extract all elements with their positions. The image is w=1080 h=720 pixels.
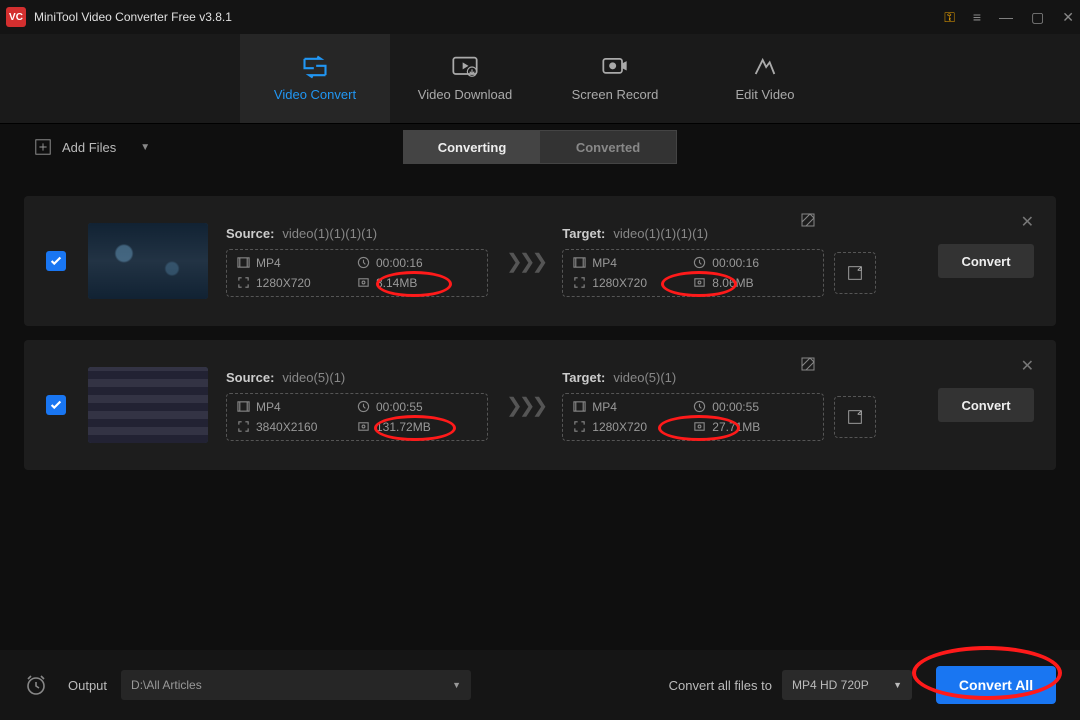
upgrade-key-icon[interactable]: ⚿ bbox=[944, 9, 955, 26]
task-row: Source:video(5)(1) MP4 00:00:55 3840X216… bbox=[24, 340, 1056, 470]
arrow-icon: ❯❯❯ bbox=[506, 249, 544, 274]
edit-icon bbox=[751, 55, 779, 79]
target-specbox: MP4 00:00:16 1280X720 8.06MB bbox=[562, 249, 824, 297]
add-files-label: Add Files bbox=[62, 140, 116, 155]
subtab-converting[interactable]: Converting bbox=[404, 131, 540, 163]
duration-icon bbox=[357, 256, 370, 269]
format-icon bbox=[573, 400, 586, 413]
output-path-select[interactable]: D:\All Articles ▼ bbox=[121, 670, 471, 700]
resolution-icon bbox=[237, 276, 250, 289]
filesize-icon bbox=[693, 276, 706, 289]
source-label: Source:video(1)(1)(1)(1) bbox=[226, 226, 488, 241]
duration-icon bbox=[357, 400, 370, 413]
tab-label: Video Download bbox=[418, 87, 512, 102]
add-files-button[interactable]: Add Files ▼ bbox=[34, 138, 150, 156]
tab-label: Video Convert bbox=[274, 87, 356, 102]
row-checkbox[interactable] bbox=[46, 251, 66, 271]
tab-video-download[interactable]: Video Download bbox=[390, 34, 540, 123]
menu-icon[interactable]: ≡ bbox=[973, 9, 981, 25]
remove-task-icon[interactable]: ✕ bbox=[1021, 212, 1034, 232]
filesize-icon bbox=[693, 420, 706, 433]
target-label: Target:video(1)(1)(1)(1) bbox=[562, 226, 824, 241]
resolution-icon bbox=[573, 420, 586, 433]
duration-icon bbox=[693, 400, 706, 413]
format-icon bbox=[237, 400, 250, 413]
edit-task-icon[interactable] bbox=[800, 356, 816, 377]
filesize-icon bbox=[357, 420, 370, 433]
row-checkbox[interactable] bbox=[46, 395, 66, 415]
record-icon bbox=[601, 55, 629, 79]
tab-screen-record[interactable]: Screen Record bbox=[540, 34, 690, 123]
chevron-down-icon: ▼ bbox=[140, 142, 150, 153]
task-list: Source:video(1)(1)(1)(1) MP4 00:00:16 12… bbox=[0, 170, 1080, 470]
source-specbox: MP4 00:00:55 3840X2160 131.72MB bbox=[226, 393, 488, 441]
nav-tabs: Video Convert Video Download Screen Reco… bbox=[0, 34, 1080, 124]
convert-all-label: Convert all files to bbox=[669, 678, 772, 693]
format-value: MP4 HD 720P bbox=[792, 678, 869, 692]
tab-video-convert[interactable]: Video Convert bbox=[240, 34, 390, 123]
subtab-converted[interactable]: Converted bbox=[540, 131, 676, 163]
tab-edit-video[interactable]: Edit Video bbox=[690, 34, 840, 123]
source-label: Source:video(5)(1) bbox=[226, 370, 488, 385]
edit-task-icon[interactable] bbox=[800, 212, 816, 233]
arrow-icon: ❯❯❯ bbox=[506, 393, 544, 418]
convert-button[interactable]: Convert bbox=[938, 244, 1034, 278]
source-specbox: MP4 00:00:16 1280X720 8.14MB bbox=[226, 249, 488, 297]
output-format-select[interactable]: MP4 HD 720P ▼ bbox=[782, 670, 912, 700]
format-icon bbox=[237, 256, 250, 269]
tab-label: Screen Record bbox=[572, 87, 659, 102]
convert-all-button[interactable]: Convert All bbox=[936, 666, 1056, 704]
download-icon bbox=[451, 55, 479, 79]
tab-label: Edit Video bbox=[735, 87, 794, 102]
resolution-icon bbox=[237, 420, 250, 433]
footer-bar: Output D:\All Articles ▼ Convert all fil… bbox=[0, 650, 1080, 720]
video-thumbnail[interactable] bbox=[88, 223, 208, 299]
app-title: MiniTool Video Converter Free v3.8.1 bbox=[34, 10, 232, 24]
schedule-icon[interactable] bbox=[24, 673, 48, 697]
remove-task-icon[interactable]: ✕ bbox=[1021, 356, 1034, 376]
subtab-group: Converting Converted bbox=[403, 130, 677, 164]
convert-button[interactable]: Convert bbox=[938, 388, 1034, 422]
maximize-icon[interactable]: ▢ bbox=[1031, 9, 1044, 26]
chevron-down-icon: ▼ bbox=[893, 680, 902, 690]
minimize-icon[interactable]: — bbox=[999, 9, 1013, 25]
chevron-down-icon: ▼ bbox=[452, 680, 461, 690]
duration-icon bbox=[693, 256, 706, 269]
filesize-icon bbox=[357, 276, 370, 289]
target-specbox: MP4 00:00:55 1280X720 27.71MB bbox=[562, 393, 824, 441]
app-logo: VC bbox=[6, 7, 26, 27]
add-files-icon bbox=[34, 138, 52, 156]
task-row: Source:video(1)(1)(1)(1) MP4 00:00:16 12… bbox=[24, 196, 1056, 326]
output-label: Output bbox=[68, 678, 107, 693]
target-label: Target:video(5)(1) bbox=[562, 370, 824, 385]
close-window-icon[interactable]: ✕ bbox=[1062, 9, 1074, 26]
format-icon bbox=[573, 256, 586, 269]
video-thumbnail[interactable] bbox=[88, 367, 208, 443]
toolbar: Add Files ▼ Converting Converted bbox=[0, 124, 1080, 170]
resolution-icon bbox=[573, 276, 586, 289]
output-path-value: D:\All Articles bbox=[131, 678, 202, 692]
target-settings-button[interactable] bbox=[834, 396, 876, 438]
convert-icon bbox=[301, 55, 329, 79]
target-settings-button[interactable] bbox=[834, 252, 876, 294]
titlebar: VC MiniTool Video Converter Free v3.8.1 … bbox=[0, 0, 1080, 34]
